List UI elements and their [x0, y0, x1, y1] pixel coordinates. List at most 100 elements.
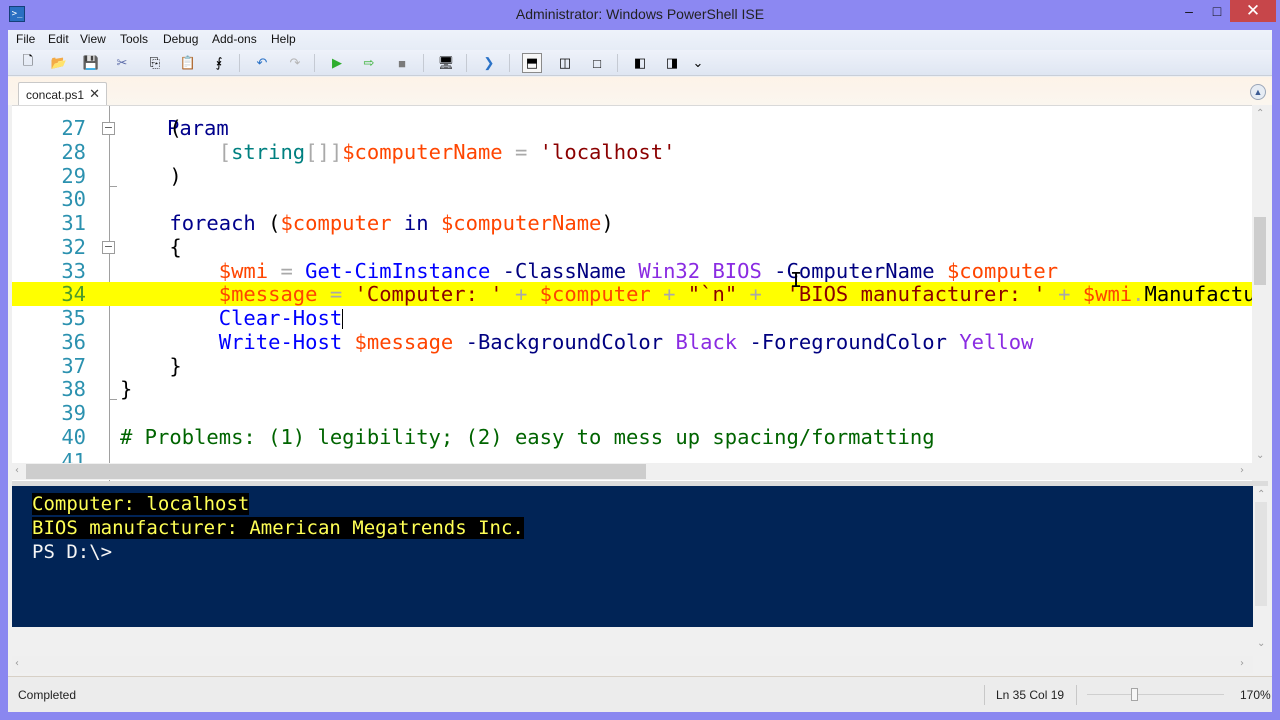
- code-token: $computer: [280, 211, 392, 235]
- menu-debug[interactable]: Debug: [163, 32, 198, 46]
- console-horizontal-scrollbar[interactable]: ‹ ›: [12, 656, 1253, 673]
- status-bar: Completed Ln 35 Col 19 170%: [8, 676, 1272, 712]
- show-script-pane-icon[interactable]: ◧: [630, 53, 650, 73]
- code-line[interactable]: 30: [12, 187, 1262, 211]
- remote-tab-icon[interactable]: 🖥: [436, 53, 456, 73]
- editor-horizontal-scrollbar[interactable]: ‹ ›: [12, 463, 1256, 480]
- paste-icon[interactable]: 📋: [178, 53, 198, 73]
- line-number: 31: [61, 211, 86, 235]
- close-button[interactable]: ✕: [1230, 0, 1276, 22]
- script-pane-right-icon[interactable]: ◫: [555, 53, 575, 73]
- open-icon[interactable]: 📂: [49, 53, 69, 73]
- toolbar-overflow-icon[interactable]: ⌄: [688, 53, 708, 73]
- redo-icon[interactable]: ↷: [285, 53, 305, 73]
- line-code: Clear-Host: [120, 306, 344, 330]
- menu-help[interactable]: Help: [271, 32, 296, 46]
- code-line[interactable]: 28 [string[]]$computerName = 'localhost': [12, 140, 1262, 164]
- code-line[interactable]: 36 Write-Host $message -BackgroundColor …: [12, 330, 1262, 354]
- zoom-slider-thumb[interactable]: [1130, 688, 1138, 701]
- new-icon[interactable]: 🗋: [18, 53, 38, 73]
- copy-icon[interactable]: ⎘: [145, 53, 165, 73]
- tab-concat-ps1[interactable]: concat.ps1 ✕: [18, 82, 107, 105]
- start-powershell-icon[interactable]: ❯: [479, 53, 499, 73]
- code-token: Black: [675, 329, 738, 354]
- code-line[interactable]: 32 {−: [12, 235, 1262, 259]
- editor-hscroll-thumb[interactable]: [26, 464, 646, 479]
- code-line[interactable]: 38}: [12, 377, 1262, 401]
- line-number: 30: [61, 187, 86, 212]
- editor-vscroll-thumb[interactable]: [1254, 217, 1266, 285]
- menu-edit[interactable]: Edit: [48, 32, 69, 46]
- code-line[interactable]: 33 $wmi = Get-CimInstance -ClassName Win…: [12, 259, 1262, 283]
- console-vscroll-thumb[interactable]: [1255, 502, 1267, 606]
- code-token: +: [502, 282, 540, 307]
- code-token: ): [601, 211, 614, 235]
- code-token: =: [268, 258, 306, 283]
- menu-tools[interactable]: Tools: [120, 32, 148, 46]
- code-line[interactable]: 39: [12, 401, 1262, 425]
- menu-view[interactable]: View: [80, 32, 106, 46]
- show-command-addon-icon[interactable]: ◨: [662, 53, 682, 73]
- editor-vertical-scrollbar[interactable]: ⌃ ⌄: [1252, 105, 1268, 491]
- code-token: $computerName: [342, 139, 503, 164]
- console-vertical-scrollbar[interactable]: ⌃ ⌄: [1253, 486, 1269, 656]
- save-icon[interactable]: 💾: [81, 53, 101, 73]
- toolbar-separator: [239, 54, 240, 72]
- line-code: $message = 'Computer: ' + $computer + "`…: [120, 282, 1262, 306]
- console-scroll-left-icon[interactable]: ‹: [15, 658, 19, 669]
- tab-close-icon[interactable]: ✕: [89, 86, 100, 102]
- stop-icon[interactable]: ■: [392, 53, 412, 73]
- code-token: =: [317, 282, 355, 307]
- code-line[interactable]: 29 ): [12, 164, 1262, 188]
- run-script-icon[interactable]: ▶: [327, 53, 347, 73]
- code-line[interactable]: 27 (−: [12, 116, 1262, 140]
- code-line-current[interactable]: 34 $message = 'Computer: ' + $computer +…: [12, 282, 1262, 307]
- console-scroll-right-icon[interactable]: ›: [1240, 658, 1244, 669]
- script-editor[interactable]: Param 27 (− 28 [string[]]$computerName = …: [12, 105, 1262, 491]
- fold-collapse-icon[interactable]: −: [102, 122, 115, 135]
- console-scroll-up-icon[interactable]: ⌃: [1257, 489, 1265, 500]
- zoom-slider-track[interactable]: [1087, 694, 1224, 695]
- toolbar-separator: [423, 54, 424, 72]
- code-token: # Problems: (1) legibility; (2) easy to …: [120, 424, 935, 449]
- scroll-down-icon[interactable]: ⌄: [1256, 450, 1264, 461]
- menu-bar: File Edit View Tools Debug Add-ons Help: [8, 30, 1272, 50]
- maximize-button[interactable]: □: [1200, 0, 1234, 22]
- script-pane-top-icon[interactable]: ⬒: [522, 53, 542, 73]
- code-line[interactable]: 40 # Problems: (1) legibility; (2) easy t…: [12, 425, 1262, 449]
- console-pane[interactable]: Computer: localhost BIOS manufacturer: A…: [12, 486, 1253, 627]
- line-code: foreach ($computer in $computerName): [120, 211, 614, 235]
- menu-addons[interactable]: Add-ons: [212, 32, 257, 46]
- line-code: }: [120, 377, 132, 401]
- toolbar-separator: [314, 54, 315, 72]
- clear-console-icon[interactable]: ⨘: [209, 53, 229, 73]
- scroll-left-icon[interactable]: ‹: [15, 465, 19, 476]
- console-scroll-down-icon[interactable]: ⌄: [1257, 638, 1265, 649]
- code-token: $wmi: [218, 258, 269, 283]
- line-code: (: [120, 116, 181, 140]
- mouse-ibeam-cursor: I: [790, 268, 803, 292]
- run-selection-icon[interactable]: ⇨: [359, 53, 379, 73]
- code-line[interactable]: 31 foreach ($computer in $computerName): [12, 211, 1262, 235]
- code-line[interactable]: 35 Clear-Host: [12, 306, 1262, 330]
- undo-icon[interactable]: ↶: [252, 53, 272, 73]
- code-token: [: [218, 139, 232, 164]
- cut-icon[interactable]: ✂: [112, 53, 132, 73]
- scroll-right-icon[interactable]: ›: [1240, 465, 1244, 476]
- code-token: $computerName: [440, 211, 602, 235]
- menu-file[interactable]: File: [16, 32, 35, 46]
- code-token: }: [169, 353, 182, 378]
- status-separator: [1076, 685, 1077, 705]
- tab-strip: concat.ps1 ✕ ▲: [8, 77, 1272, 105]
- fold-collapse-icon[interactable]: −: [102, 240, 115, 254]
- scroll-up-icon[interactable]: ⌃: [1256, 108, 1264, 119]
- code-token: $computer: [539, 282, 651, 307]
- code-line[interactable]: 37 }: [12, 354, 1262, 378]
- collapse-script-pane-icon[interactable]: ▲: [1250, 84, 1266, 100]
- cursor-position: Ln 35 Col 19: [996, 688, 1065, 702]
- script-pane-maximized-icon[interactable]: □: [587, 53, 607, 73]
